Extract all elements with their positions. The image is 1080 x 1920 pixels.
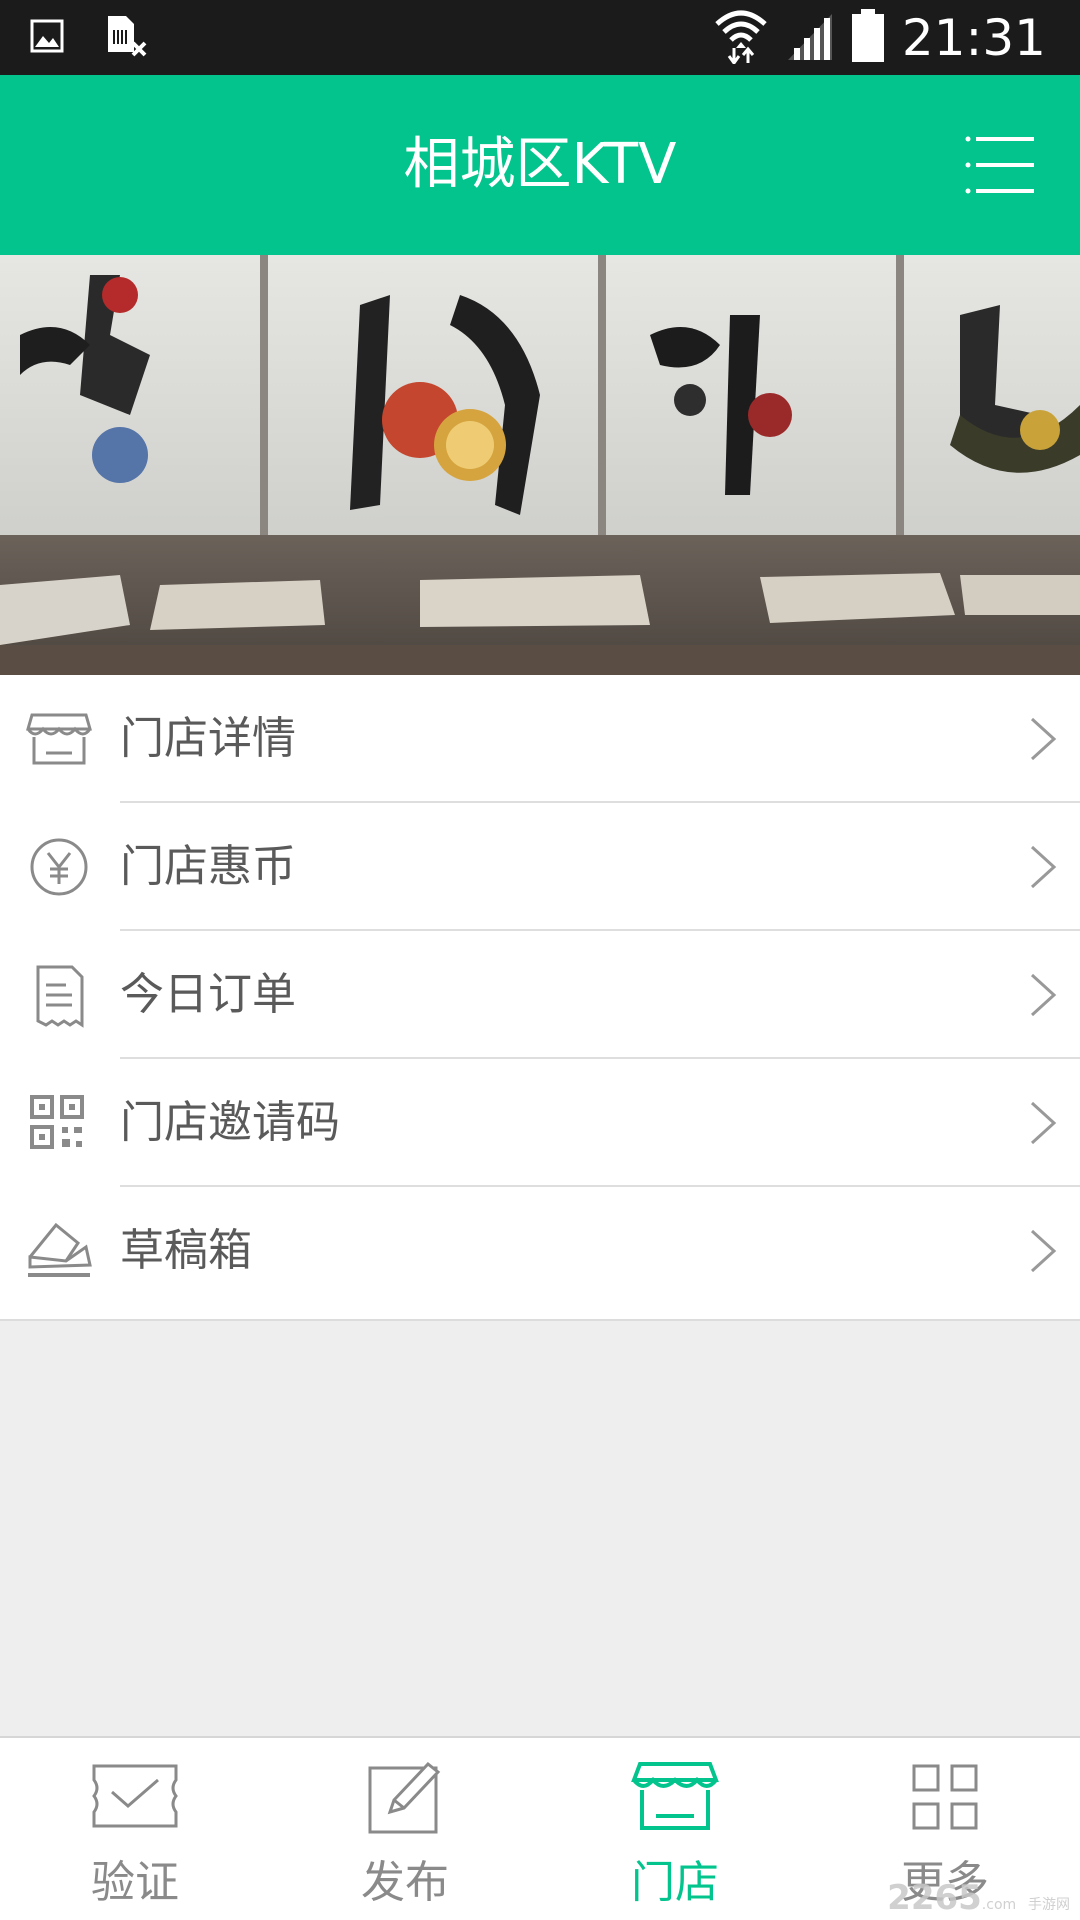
- header-bar: 相城区KTV: [0, 75, 1080, 255]
- watermark-text: 2265: [887, 1878, 982, 1918]
- receipt-icon: [26, 965, 92, 1028]
- menu-item-store-coins[interactable]: 门店惠币: [0, 803, 1080, 931]
- site-watermark: 2265.com 手游网: [887, 1878, 1070, 1918]
- chevron-right-icon: [1028, 845, 1058, 889]
- tab-store[interactable]: 门店: [540, 1738, 810, 1920]
- chevron-right-icon: [1028, 717, 1058, 761]
- tab-label: 发布: [361, 1857, 449, 1908]
- grid-icon: [900, 1758, 990, 1838]
- menu-list-icon: [960, 136, 1040, 209]
- tab-verify[interactable]: 验证: [0, 1738, 270, 1920]
- menu-item-label: 草稿箱: [120, 1225, 252, 1276]
- tab-label: 验证: [91, 1857, 179, 1908]
- store-icon: [26, 709, 92, 769]
- menu-item-label: 今日订单: [120, 969, 296, 1020]
- status-right: 21:31: [714, 8, 1046, 68]
- chevron-right-icon: [1028, 973, 1058, 1017]
- watermark-suffix: .com: [981, 1897, 1017, 1913]
- battery-icon: [850, 8, 886, 68]
- edit-icon: [360, 1758, 450, 1838]
- chevron-right-icon: [1028, 1101, 1058, 1145]
- wifi-icon: [714, 8, 768, 68]
- store-menu-list: 门店详情 门店惠币 今日订单 门店邀请码 草稿箱: [0, 675, 1080, 1321]
- status-time: 21:31: [901, 9, 1046, 67]
- image-icon: [30, 19, 64, 57]
- menu-item-store-details[interactable]: 门店详情: [0, 675, 1080, 803]
- status-left: [30, 14, 148, 62]
- bottom-tab-bar: 验证 发布 门店 更多 2265.com 手游网: [0, 1736, 1080, 1920]
- yen-coin-icon: [26, 837, 92, 897]
- watermark-sub: 手游网: [1028, 1897, 1070, 1913]
- sim-missing-icon: [104, 14, 148, 62]
- store-banner-image: [0, 255, 1080, 675]
- app-screen: 21:31 相城区KTV 门店详情 门店惠币 今日订单 门店邀请码 草稿箱 验证…: [0, 0, 1080, 1920]
- tab-publish[interactable]: 发布: [270, 1738, 540, 1920]
- draft-box-icon: [26, 1221, 92, 1281]
- page-title: 相城区KTV: [403, 132, 677, 197]
- menu-item-label: 门店详情: [120, 713, 296, 764]
- menu-item-drafts[interactable]: 草稿箱: [0, 1187, 1080, 1315]
- signal-icon: [784, 10, 834, 66]
- menu-item-label: 门店惠币: [120, 841, 296, 892]
- qr-code-icon: [26, 1093, 92, 1153]
- menu-item-label: 门店邀请码: [120, 1097, 340, 1148]
- menu-button[interactable]: [960, 125, 1040, 205]
- menu-item-today-orders[interactable]: 今日订单: [0, 931, 1080, 1059]
- ticket-check-icon: [90, 1758, 180, 1838]
- menu-item-invite-code[interactable]: 门店邀请码: [0, 1059, 1080, 1187]
- chevron-right-icon: [1028, 1229, 1058, 1273]
- status-bar: 21:31: [0, 0, 1080, 75]
- store-icon: [630, 1758, 720, 1838]
- tab-label: 门店: [631, 1857, 719, 1908]
